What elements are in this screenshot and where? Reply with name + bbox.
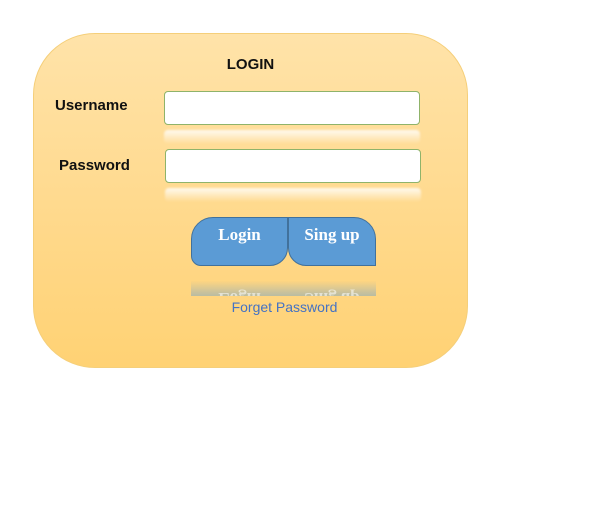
button-reflection: Login Sing up — [191, 266, 376, 296]
username-input[interactable] — [164, 91, 420, 125]
login-button[interactable]: Login — [191, 217, 288, 266]
auth-button-group: Login Sing up — [191, 217, 376, 266]
signup-button[interactable]: Sing up — [288, 217, 376, 266]
login-panel: LOGIN Username Password Login Sing up Lo… — [33, 33, 468, 368]
forget-password-link[interactable]: Forget Password — [34, 299, 535, 315]
login-button-reflection: Login — [191, 266, 288, 296]
username-input-reflection — [164, 130, 420, 144]
password-input-reflection — [165, 188, 421, 202]
login-title: LOGIN — [226, 56, 275, 73]
password-input[interactable] — [165, 149, 421, 183]
username-label: Username — [55, 97, 128, 114]
password-label: Password — [59, 157, 130, 174]
signup-button-reflection: Sing up — [288, 266, 376, 296]
